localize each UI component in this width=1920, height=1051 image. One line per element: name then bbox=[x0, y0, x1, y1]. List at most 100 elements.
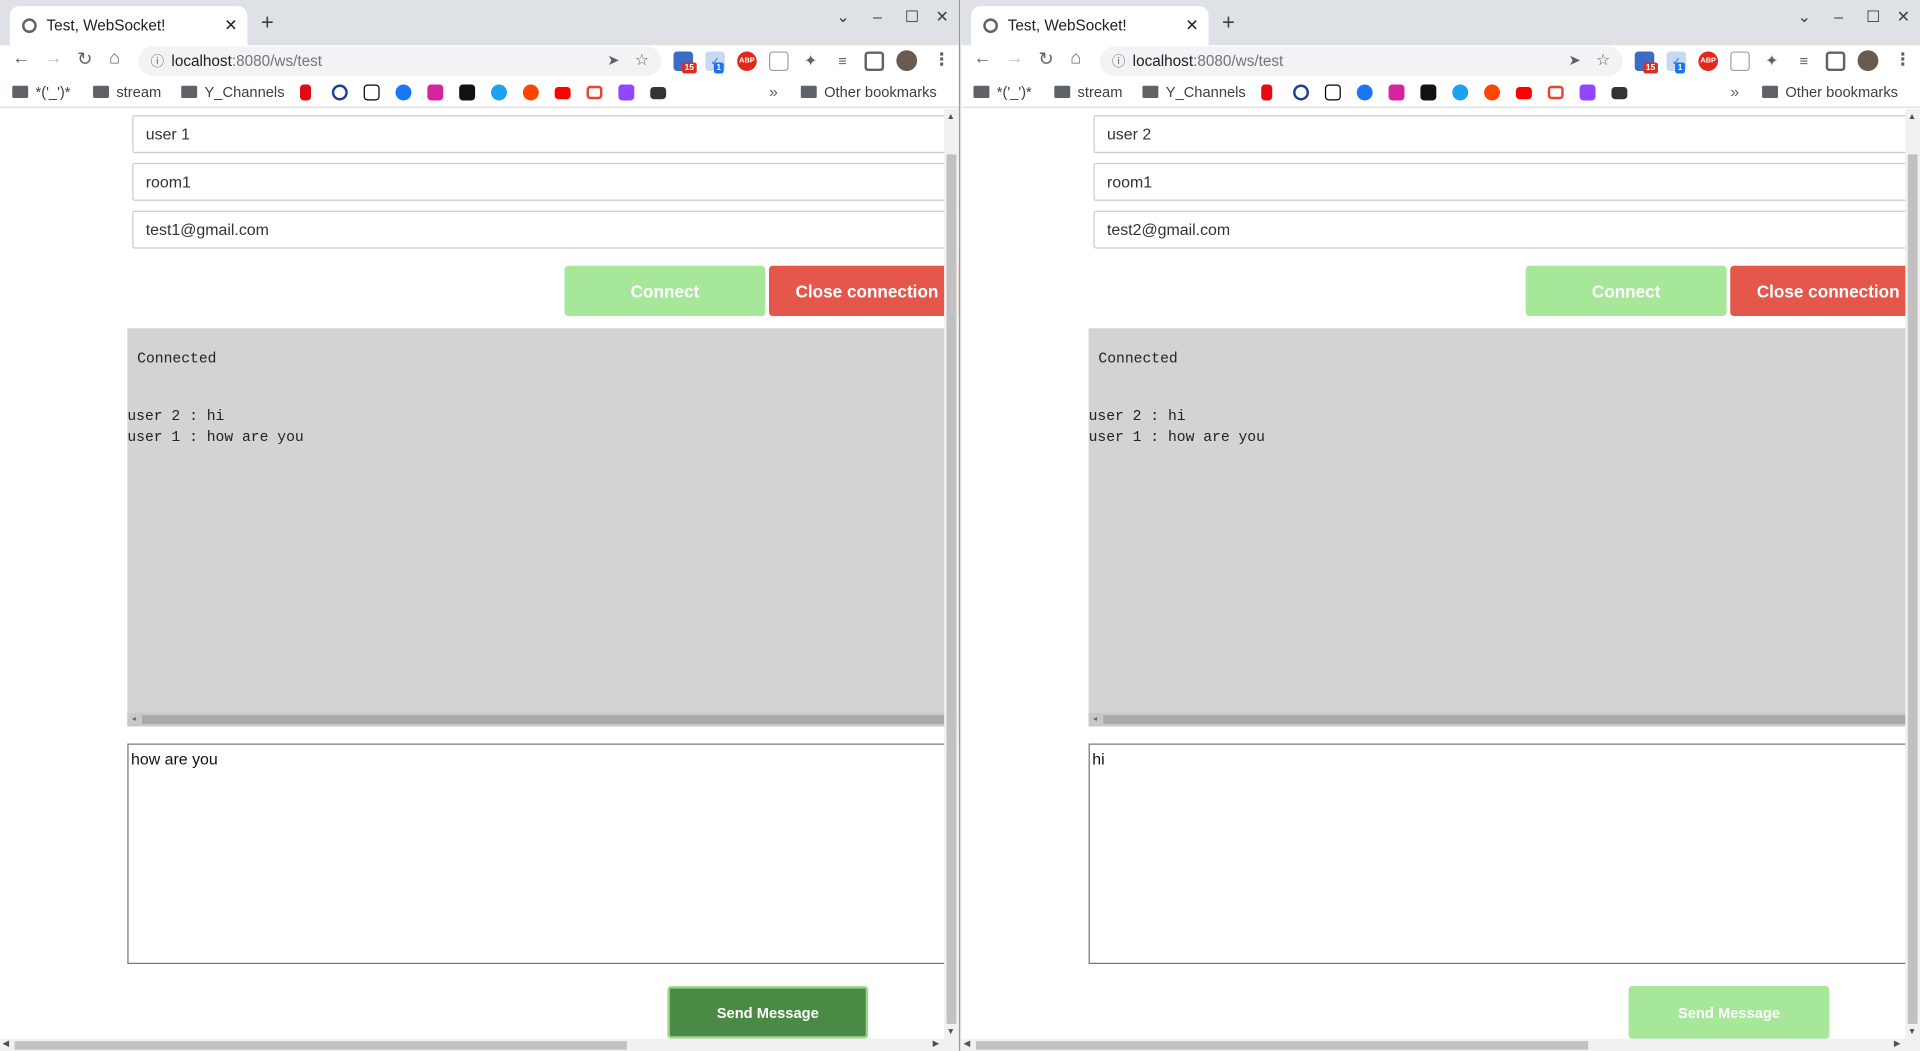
scroll-down-icon[interactable]: ▼ bbox=[1908, 1028, 1916, 1037]
facebook-icon[interactable] bbox=[395, 84, 412, 101]
minimize-icon[interactable]: – bbox=[1834, 7, 1843, 25]
mail-extension-icon[interactable] bbox=[1730, 51, 1750, 72]
youtube-icon[interactable] bbox=[1515, 86, 1532, 100]
forward-icon[interactable]: → bbox=[44, 48, 62, 69]
home-icon[interactable]: ⌂ bbox=[1070, 48, 1081, 69]
twitch-icon[interactable] bbox=[618, 84, 635, 101]
tiktok-icon[interactable] bbox=[459, 84, 476, 101]
forward-icon[interactable]: → bbox=[1005, 48, 1023, 69]
side-panel-icon[interactable] bbox=[864, 51, 885, 72]
scroll-up-icon[interactable]: ▲ bbox=[947, 113, 955, 122]
close-window-icon[interactable]: ✕ bbox=[936, 7, 949, 27]
scroll-left-icon[interactable]: ◀ bbox=[964, 1039, 971, 1051]
instagram-icon[interactable] bbox=[1388, 84, 1405, 101]
browser-tab[interactable]: Test, WebSocket! ✕ bbox=[971, 6, 1209, 46]
bookmark-folder-2[interactable]: stream bbox=[1054, 83, 1122, 100]
username-input[interactable]: user 1 bbox=[132, 115, 959, 154]
bookmark-folder-1[interactable]: *('_')* bbox=[973, 83, 1032, 100]
sofa-icon[interactable] bbox=[650, 86, 667, 100]
other-bookmarks[interactable]: Other bookmarks bbox=[800, 83, 937, 100]
facebook-icon[interactable] bbox=[1356, 84, 1373, 101]
tab-search-icon[interactable]: ⌄ bbox=[836, 7, 849, 27]
profile-avatar[interactable] bbox=[896, 50, 918, 72]
task-extension-icon[interactable]: ✓ 1 bbox=[705, 51, 725, 74]
email-input[interactable]: test2@gmail.com bbox=[1093, 210, 1920, 249]
maximize-icon[interactable]: ☐ bbox=[905, 7, 919, 27]
log-horizontal-scrollbar[interactable]: ◂ bbox=[127, 712, 959, 727]
home-icon[interactable]: ⌂ bbox=[109, 48, 120, 69]
bookmark-star-icon[interactable]: ☆ bbox=[635, 50, 649, 70]
page-horizontal-scrollbar[interactable]: ◀ ▶ bbox=[0, 1038, 959, 1051]
reload-icon[interactable]: ↻ bbox=[77, 48, 92, 70]
close-tab-icon[interactable]: ✕ bbox=[224, 16, 237, 36]
scrollbar-thumb[interactable] bbox=[975, 1041, 1589, 1050]
connect-button[interactable]: Connect bbox=[564, 265, 766, 317]
adblock-extension-icon[interactable]: ABP bbox=[737, 51, 757, 72]
connect-button[interactable]: Connect bbox=[1525, 265, 1727, 317]
scrollbar-thumb[interactable] bbox=[1103, 715, 1920, 724]
close-window-icon[interactable]: ✕ bbox=[1897, 7, 1910, 27]
reload-icon[interactable]: ↻ bbox=[1038, 48, 1053, 70]
scroll-left-icon[interactable]: ◀ bbox=[2, 1039, 9, 1051]
profile-avatar[interactable] bbox=[1857, 50, 1879, 72]
extensions-puzzle-icon[interactable]: ✦ bbox=[1762, 51, 1782, 71]
scroll-left-icon[interactable]: ◂ bbox=[1092, 713, 1098, 726]
browser-tab[interactable]: Test, WebSocket! ✕ bbox=[9, 6, 248, 46]
adblock-extension-icon[interactable]: ABP bbox=[1698, 51, 1718, 72]
send-message-button[interactable]: Send Message bbox=[667, 986, 869, 1039]
new-tab-icon[interactable]: + bbox=[261, 10, 274, 36]
scroll-down-icon[interactable]: ▼ bbox=[947, 1028, 955, 1037]
tiktok-icon[interactable] bbox=[1420, 84, 1437, 101]
close-connection-button[interactable]: Close connection bbox=[1730, 265, 1920, 317]
bookmark-star-icon[interactable]: ☆ bbox=[1596, 50, 1610, 70]
tab-search-icon[interactable]: ⌄ bbox=[1798, 7, 1811, 27]
netflix-icon[interactable] bbox=[1261, 84, 1273, 101]
close-connection-button[interactable]: Close connection bbox=[768, 265, 959, 317]
side-panel-icon[interactable] bbox=[1825, 51, 1846, 72]
send-message-button[interactable]: Send Message bbox=[1628, 986, 1830, 1039]
page-vertical-scrollbar[interactable]: ▲ ▼ bbox=[1905, 109, 1920, 1051]
circle-bookmark-icon[interactable] bbox=[331, 84, 348, 101]
kebab-menu-icon[interactable]: ⋮ bbox=[933, 49, 950, 70]
netflix-icon[interactable] bbox=[300, 84, 312, 101]
more-bookmarks-icon[interactable]: » bbox=[769, 82, 778, 100]
more-bookmarks-icon[interactable]: » bbox=[1730, 82, 1739, 100]
scroll-right-icon[interactable]: ▶ bbox=[933, 1039, 940, 1051]
bookmark-folder-3[interactable]: Y_Channels bbox=[181, 83, 285, 100]
instagram-icon[interactable] bbox=[427, 84, 444, 101]
notion-icon[interactable] bbox=[363, 84, 380, 101]
scrollbar-thumb[interactable] bbox=[946, 154, 957, 1025]
page-vertical-scrollbar[interactable]: ▲ ▼ bbox=[944, 109, 959, 1051]
back-icon[interactable]: ← bbox=[973, 48, 991, 69]
message-textarea[interactable]: hi bbox=[1088, 743, 1920, 964]
twitch-icon[interactable] bbox=[1579, 84, 1596, 101]
address-bar[interactable]: ⓘ localhost:8080/ws/test ➤ ☆ bbox=[1099, 46, 1623, 76]
minimize-icon[interactable]: – bbox=[873, 7, 882, 25]
page-horizontal-scrollbar[interactable]: ◀ ▶ bbox=[961, 1038, 1920, 1051]
circle-bookmark-icon[interactable] bbox=[1293, 84, 1309, 101]
username-input[interactable]: user 2 bbox=[1093, 115, 1920, 154]
calendar-extension-icon[interactable]: 15 bbox=[673, 51, 697, 74]
send-tab-icon[interactable]: ➤ bbox=[1569, 51, 1581, 68]
twitter-icon[interactable] bbox=[1452, 84, 1469, 101]
info-icon[interactable]: ⓘ bbox=[151, 51, 164, 71]
bookmark-folder-3[interactable]: Y_Channels bbox=[1142, 83, 1246, 100]
new-tab-icon[interactable]: + bbox=[1222, 10, 1235, 36]
sofa-icon[interactable] bbox=[1611, 86, 1628, 100]
task-extension-icon[interactable]: ✓ 1 bbox=[1666, 51, 1687, 74]
bookmark-folder-2[interactable]: stream bbox=[93, 83, 161, 100]
bookmark-folder-1[interactable]: *('_')* bbox=[12, 83, 71, 100]
mail-extension-icon[interactable] bbox=[768, 51, 789, 72]
other-bookmarks[interactable]: Other bookmarks bbox=[1762, 83, 1898, 100]
maximize-icon[interactable]: ☐ bbox=[1866, 7, 1880, 27]
scrollbar-thumb[interactable] bbox=[1907, 154, 1918, 1025]
scrollbar-thumb[interactable] bbox=[142, 715, 959, 724]
address-bar[interactable]: ⓘ localhost:8080/ws/test ➤ ☆ bbox=[138, 46, 662, 76]
media-control-icon[interactable]: ≡ bbox=[1794, 51, 1814, 71]
gmail-icon[interactable] bbox=[586, 85, 603, 100]
scroll-right-icon[interactable]: ▶ bbox=[1894, 1039, 1901, 1051]
room-input[interactable]: room1 bbox=[1093, 162, 1920, 201]
youtube-icon[interactable] bbox=[554, 86, 571, 100]
log-horizontal-scrollbar[interactable]: ◂ bbox=[1088, 712, 1920, 727]
scroll-left-icon[interactable]: ◂ bbox=[131, 713, 137, 726]
